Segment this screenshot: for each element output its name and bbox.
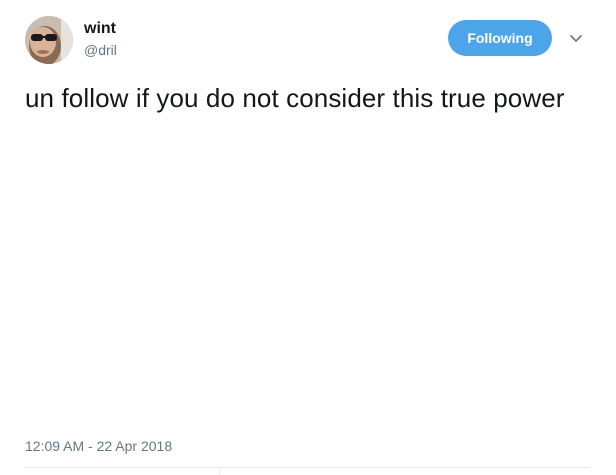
tweet-card: wint @dril Following un follow if you do…: [0, 0, 616, 475]
tweet-text: un follow if you do not consider this tr…: [25, 83, 565, 113]
chevron-down-icon[interactable]: [567, 29, 585, 47]
author-display-name[interactable]: wint: [84, 19, 116, 39]
avatar[interactable]: [25, 16, 73, 64]
avatar-photo-icon: [25, 16, 73, 64]
following-button[interactable]: Following: [448, 20, 552, 56]
divider-separator: [219, 467, 220, 475]
divider: [25, 467, 590, 468]
tweet-timestamp[interactable]: 12:09 AM - 22 Apr 2018: [25, 437, 172, 455]
author-screen-name[interactable]: @dril: [84, 41, 117, 59]
